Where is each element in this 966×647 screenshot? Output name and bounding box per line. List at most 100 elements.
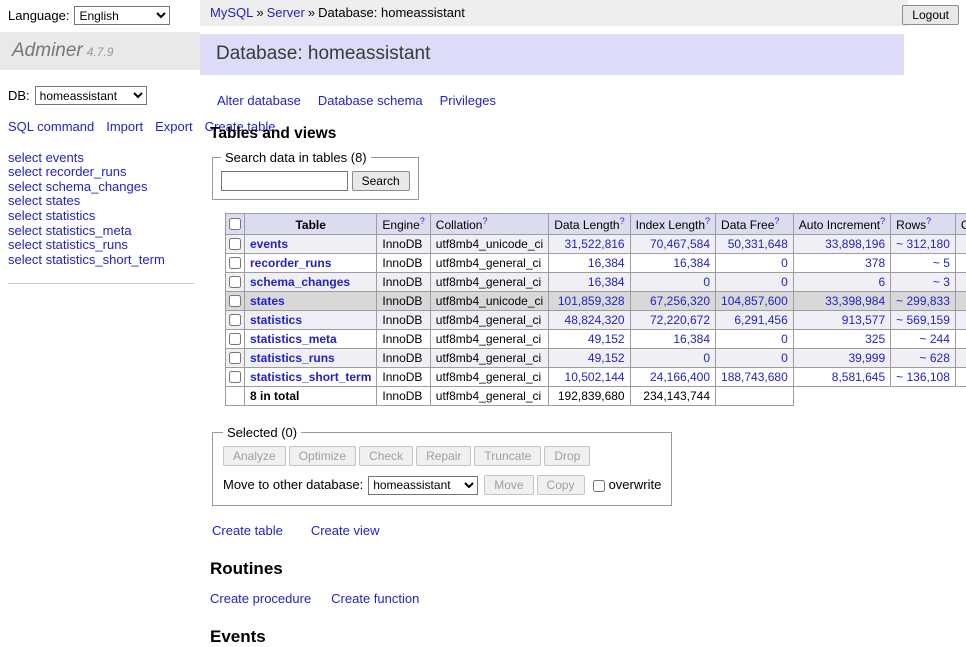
rows-count-link[interactable]: ~ 299,833 (896, 294, 950, 308)
column-help-link[interactable]: ? (880, 216, 885, 226)
row-checkbox[interactable] (229, 314, 241, 326)
db-action-link[interactable]: Database schema (318, 93, 423, 108)
index-length-link[interactable]: 0 (703, 351, 710, 365)
table-name-link[interactable]: statistics (250, 313, 302, 327)
selected-action-button[interactable]: Truncate (474, 446, 541, 466)
selected-action-button[interactable]: Check (359, 446, 413, 466)
table-footer-link[interactable]: Create table (212, 523, 283, 538)
copy-button[interactable]: Copy (537, 475, 585, 495)
index-length-link[interactable]: 72,220,672 (650, 313, 710, 327)
sidebar-table-link[interactable]: select states (8, 193, 80, 208)
language-select[interactable]: English (74, 6, 170, 25)
data-length-link[interactable]: 16,384 (588, 256, 625, 270)
data-length-link[interactable]: 101,859,328 (558, 294, 625, 308)
row-checkbox[interactable] (229, 276, 241, 288)
data-length-link[interactable]: 16,384 (588, 275, 625, 289)
move-db-select[interactable]: homeassistant (368, 476, 478, 495)
rows-count-link[interactable]: ~ 5 (933, 256, 950, 270)
row-checkbox[interactable] (229, 333, 241, 345)
sidebar-table-link[interactable]: select statistics_runs (8, 237, 128, 252)
index-length-link[interactable]: 16,384 (673, 256, 710, 270)
data-free-link[interactable]: 188,743,680 (721, 370, 788, 384)
auto-increment-link[interactable]: 325 (865, 332, 885, 346)
logout-button[interactable]: Logout (902, 5, 959, 25)
column-help-link[interactable]: ? (482, 216, 487, 226)
data-length-link[interactable]: 48,824,320 (565, 313, 625, 327)
data-free-link[interactable]: 0 (781, 256, 788, 270)
rows-count-link[interactable]: ~ 628 (920, 351, 950, 365)
breadcrumb-mysql-link[interactable]: MySQL (210, 5, 253, 20)
auto-increment-link[interactable]: 913,577 (842, 313, 885, 327)
selected-action-button[interactable]: Drop (544, 446, 590, 466)
rows-count-link[interactable]: ~ 136,108 (896, 370, 950, 384)
data-length-link[interactable]: 49,152 (588, 332, 625, 346)
data-length-link[interactable]: 31,522,816 (565, 237, 625, 251)
selected-action-button[interactable]: Analyze (223, 446, 286, 466)
table-name-link[interactable]: statistics_runs (250, 351, 335, 365)
index-length-link[interactable]: 16,384 (673, 332, 710, 346)
table-footer-link[interactable]: Create view (311, 523, 380, 538)
rows-count-link[interactable]: ~ 3 (933, 275, 950, 289)
column-help-link[interactable]: ? (926, 216, 931, 226)
selected-action-button[interactable]: Repair (416, 446, 471, 466)
table-name-link[interactable]: statistics_short_term (250, 370, 371, 384)
auto-increment-link[interactable]: 378 (865, 256, 885, 270)
column-help-link[interactable]: ? (620, 216, 625, 226)
column-help-link[interactable]: ? (705, 216, 710, 226)
rows-count-link[interactable]: ~ 312,180 (896, 237, 950, 251)
row-checkbox[interactable] (229, 371, 241, 383)
data-free-link[interactable]: 0 (781, 275, 788, 289)
routine-link[interactable]: Create procedure (210, 591, 311, 606)
sidebar-table-link[interactable]: select statistics (8, 208, 95, 223)
data-free-link[interactable]: 6,291,456 (734, 313, 787, 327)
auto-increment-link[interactable]: 39,999 (848, 351, 885, 365)
sidebar-table-link[interactable]: select recorder_runs (8, 164, 127, 179)
data-free-link[interactable]: 0 (781, 351, 788, 365)
rows-count-link[interactable]: ~ 569,159 (896, 313, 950, 327)
auto-increment-link[interactable]: 6 (878, 275, 885, 289)
auto-increment-link[interactable]: 33,398,984 (825, 294, 885, 308)
index-length-cell: 67,256,320 (630, 292, 715, 311)
row-checkbox[interactable] (229, 295, 241, 307)
sidebar-table-link[interactable]: select statistics_meta (8, 223, 132, 238)
db-action-link[interactable]: Alter database (217, 93, 301, 108)
row-checkbox[interactable] (229, 238, 241, 250)
data-free-link[interactable]: 50,331,648 (728, 237, 788, 251)
index-length-link[interactable]: 24,166,400 (650, 370, 710, 384)
db-action-link[interactable]: Privileges (440, 93, 496, 108)
auto-increment-link[interactable]: 33,898,196 (825, 237, 885, 251)
index-length-link[interactable]: 0 (703, 275, 710, 289)
select-all-checkbox[interactable] (229, 218, 241, 230)
table-name-link[interactable]: recorder_runs (250, 256, 331, 270)
breadcrumb-server-link[interactable]: Server (267, 5, 305, 20)
column-help-link[interactable]: ? (774, 216, 779, 226)
rows-count-link[interactable]: ~ 244 (920, 332, 950, 346)
row-checkbox[interactable] (229, 257, 241, 269)
table-name-link[interactable]: events (250, 237, 288, 251)
sidebar-table-link[interactable]: select schema_changes (8, 179, 147, 194)
selected-action-button[interactable]: Optimize (289, 446, 356, 466)
table-name-link[interactable]: schema_changes (250, 275, 350, 289)
index-length-link[interactable]: 70,467,584 (650, 237, 710, 251)
sidebar-command-link[interactable]: SQL command (8, 119, 94, 134)
move-button[interactable]: Move (484, 475, 533, 495)
sidebar-table-link[interactable]: select statistics_short_term (8, 252, 165, 267)
table-name-link[interactable]: statistics_meta (250, 332, 337, 346)
data-length-link[interactable]: 49,152 (588, 351, 625, 365)
db-select[interactable]: homeassistant (35, 86, 147, 105)
data-length-link[interactable]: 10,502,144 (565, 370, 625, 384)
sidebar-table-link[interactable]: select events (8, 150, 84, 165)
index-length-link[interactable]: 67,256,320 (650, 294, 710, 308)
column-help-link[interactable]: ? (420, 216, 425, 226)
table-name-link[interactable]: states (250, 294, 285, 308)
row-checkbox[interactable] (229, 352, 241, 364)
overwrite-checkbox[interactable] (593, 480, 605, 492)
data-free-link[interactable]: 104,857,600 (721, 294, 788, 308)
sidebar-command-link[interactable]: Export (155, 119, 193, 134)
data-free-link[interactable]: 0 (781, 332, 788, 346)
auto-increment-link[interactable]: 8,581,645 (832, 370, 885, 384)
search-input[interactable] (221, 171, 348, 191)
search-button[interactable]: Search (352, 171, 410, 191)
sidebar-command-link[interactable]: Import (106, 119, 143, 134)
routine-link[interactable]: Create function (331, 591, 419, 606)
